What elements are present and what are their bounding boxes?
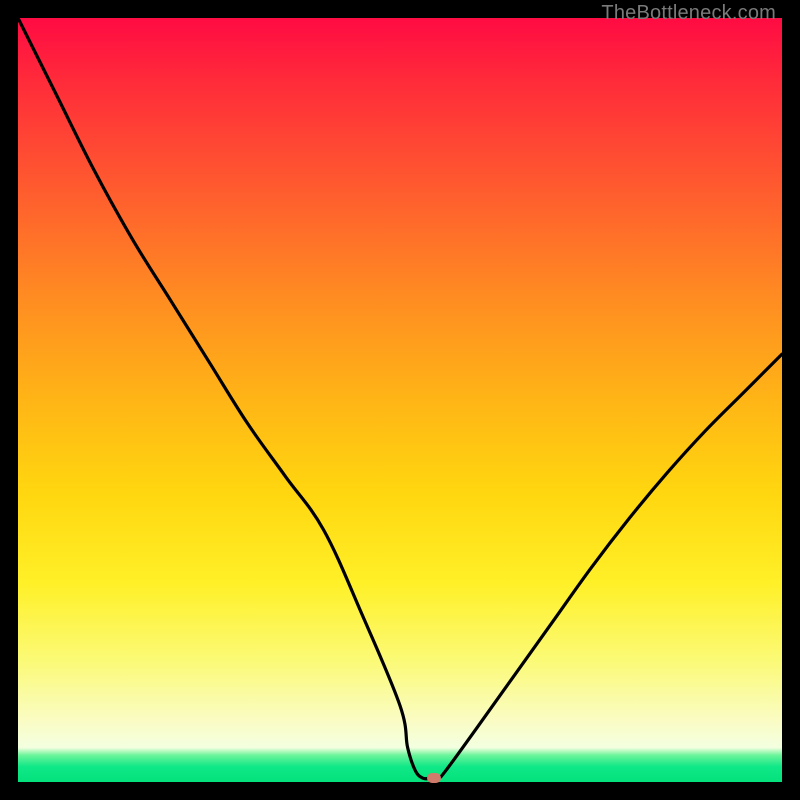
chart-canvas: TheBottleneck.com [0,0,800,800]
optimal-point-marker [427,773,441,783]
watermark-text: TheBottleneck.com [601,2,776,25]
bottleneck-curve [18,18,782,782]
plot-area [18,18,782,782]
